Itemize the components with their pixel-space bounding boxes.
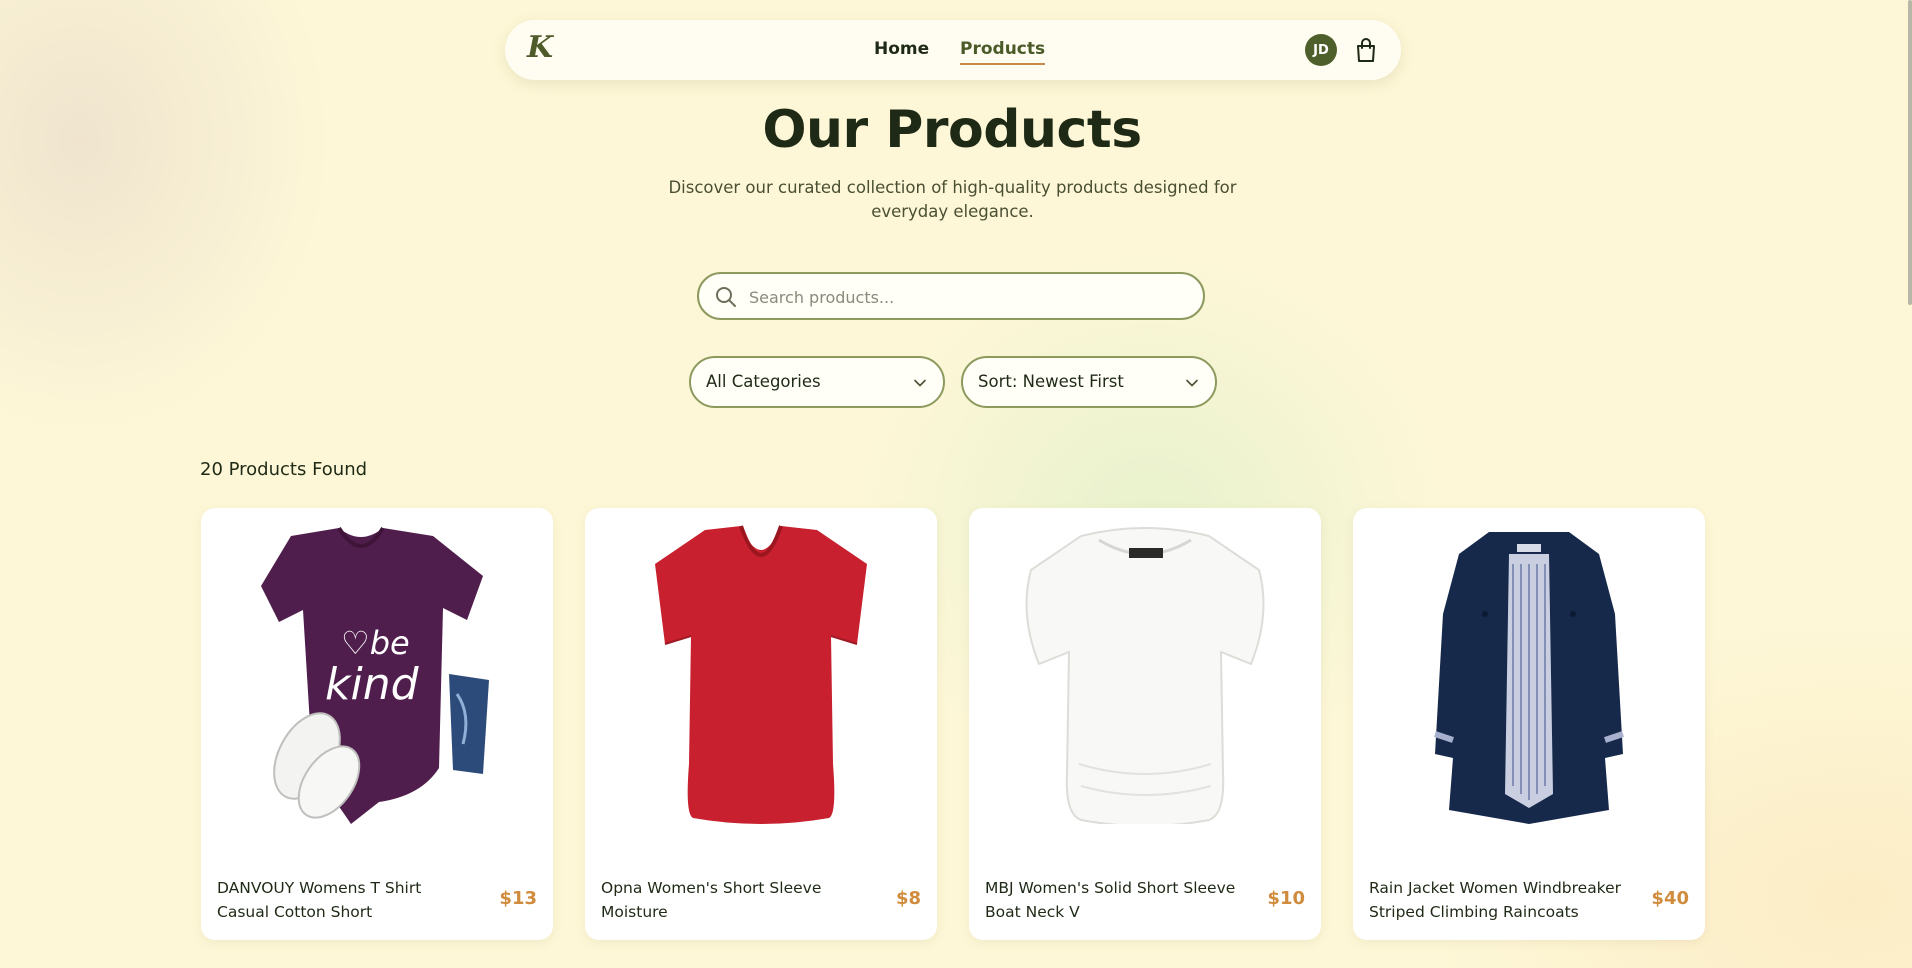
shopping-bag-icon[interactable] — [1354, 37, 1378, 63]
user-avatar[interactable]: JD — [1305, 34, 1337, 66]
product-name[interactable]: DANVOUY Womens T Shirt Casual Cotton Sho… — [217, 876, 477, 924]
chevron-down-icon — [1186, 379, 1198, 387]
brand-logo[interactable]: K — [527, 30, 553, 65]
results-count: 20 Products Found — [200, 459, 368, 480]
svg-text:♡be: ♡be — [341, 624, 410, 662]
product-image — [1434, 532, 1624, 824]
svg-text:kind: kind — [325, 659, 420, 710]
chevron-down-icon — [914, 379, 926, 387]
product-name[interactable]: Rain Jacket Women Windbreaker Striped Cl… — [1369, 876, 1629, 924]
page-title: Our Products — [762, 100, 1142, 160]
product-card[interactable]: Rain Jacket Women Windbreaker Striped Cl… — [1353, 508, 1705, 940]
product-image — [655, 525, 867, 824]
product-card[interactable]: Opna Women's Short Sleeve Moisture $8 — [585, 508, 937, 940]
product-card[interactable]: ♡be kind DANVOUY Womens T Shirt Casual C… — [201, 508, 553, 940]
search-icon — [716, 287, 736, 307]
sort-select-value: Sort: Newest First — [978, 372, 1124, 391]
product-price: $10 — [1267, 888, 1305, 909]
product-price: $13 — [499, 888, 537, 909]
category-select-value: All Categories — [706, 372, 821, 391]
product-image — [1025, 527, 1265, 824]
page-scrollbar[interactable] — [1908, 0, 1912, 305]
product-name[interactable]: MBJ Women's Solid Short Sleeve Boat Neck… — [985, 876, 1245, 924]
search-bar[interactable] — [697, 272, 1205, 320]
product-card[interactable]: MBJ Women's Solid Short Sleeve Boat Neck… — [969, 508, 1321, 940]
nav-products-link[interactable]: Products — [960, 39, 1046, 65]
product-price: $8 — [895, 888, 921, 909]
sort-select[interactable]: Sort: Newest First — [961, 356, 1217, 408]
product-name[interactable]: Opna Women's Short Sleeve Moisture — [601, 876, 861, 924]
search-input[interactable] — [747, 282, 1181, 312]
product-image: ♡be kind — [261, 526, 489, 824]
nav-home-link[interactable]: Home — [874, 39, 929, 59]
top-navbar: K Home Products JD — [505, 20, 1401, 80]
category-select[interactable]: All Categories — [689, 356, 945, 408]
product-price: $40 — [1651, 888, 1689, 909]
page-subtitle: Discover our curated collection of high-… — [668, 178, 1237, 221]
